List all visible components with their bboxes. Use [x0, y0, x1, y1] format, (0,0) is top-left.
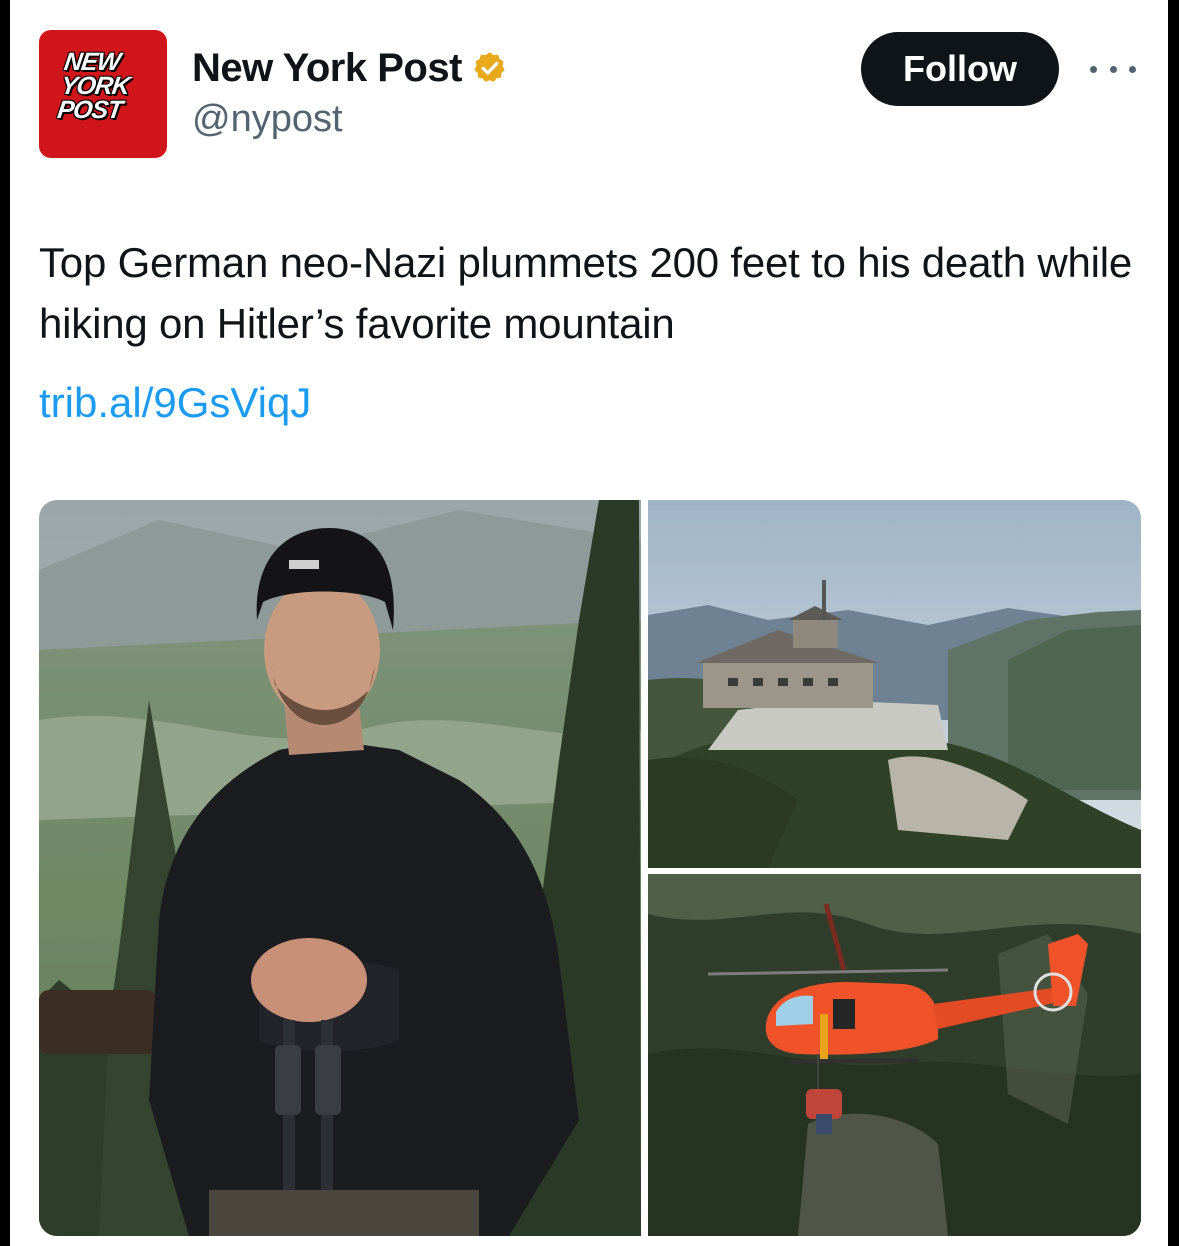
photo-mountain-house[interactable]: [648, 500, 1141, 868]
dot-icon: [1109, 65, 1117, 73]
avatar-logo-line: YORK: [59, 72, 132, 100]
photo-hiker[interactable]: [39, 500, 641, 1236]
avatar-logo-line: POST: [55, 96, 124, 124]
dot-icon: [1090, 65, 1097, 73]
post-link[interactable]: trib.al/9GsViqJ: [39, 372, 311, 433]
avatar-logo-text: NEW YORK POST: [55, 48, 156, 124]
media-grid: [39, 500, 1141, 1236]
author-name-row[interactable]: New York Post: [192, 44, 508, 92]
post-card: NEW YORK POST New York Post @nypost Foll…: [10, 0, 1168, 1246]
dot-icon: [1129, 65, 1136, 73]
avatar[interactable]: NEW YORK POST: [39, 30, 167, 158]
verified-badge-icon: [474, 52, 505, 82]
post-text: Top German neo-Nazi plummets 200 feet to…: [39, 239, 1133, 347]
photo-rescue-helicopter[interactable]: [648, 874, 1141, 1236]
follow-button[interactable]: Follow: [861, 32, 1059, 106]
display-name[interactable]: New York Post: [192, 46, 462, 91]
avatar-logo-line: NEW: [62, 48, 122, 76]
more-options-icon[interactable]: [1090, 54, 1136, 84]
handle[interactable]: @nypost: [192, 98, 343, 141]
